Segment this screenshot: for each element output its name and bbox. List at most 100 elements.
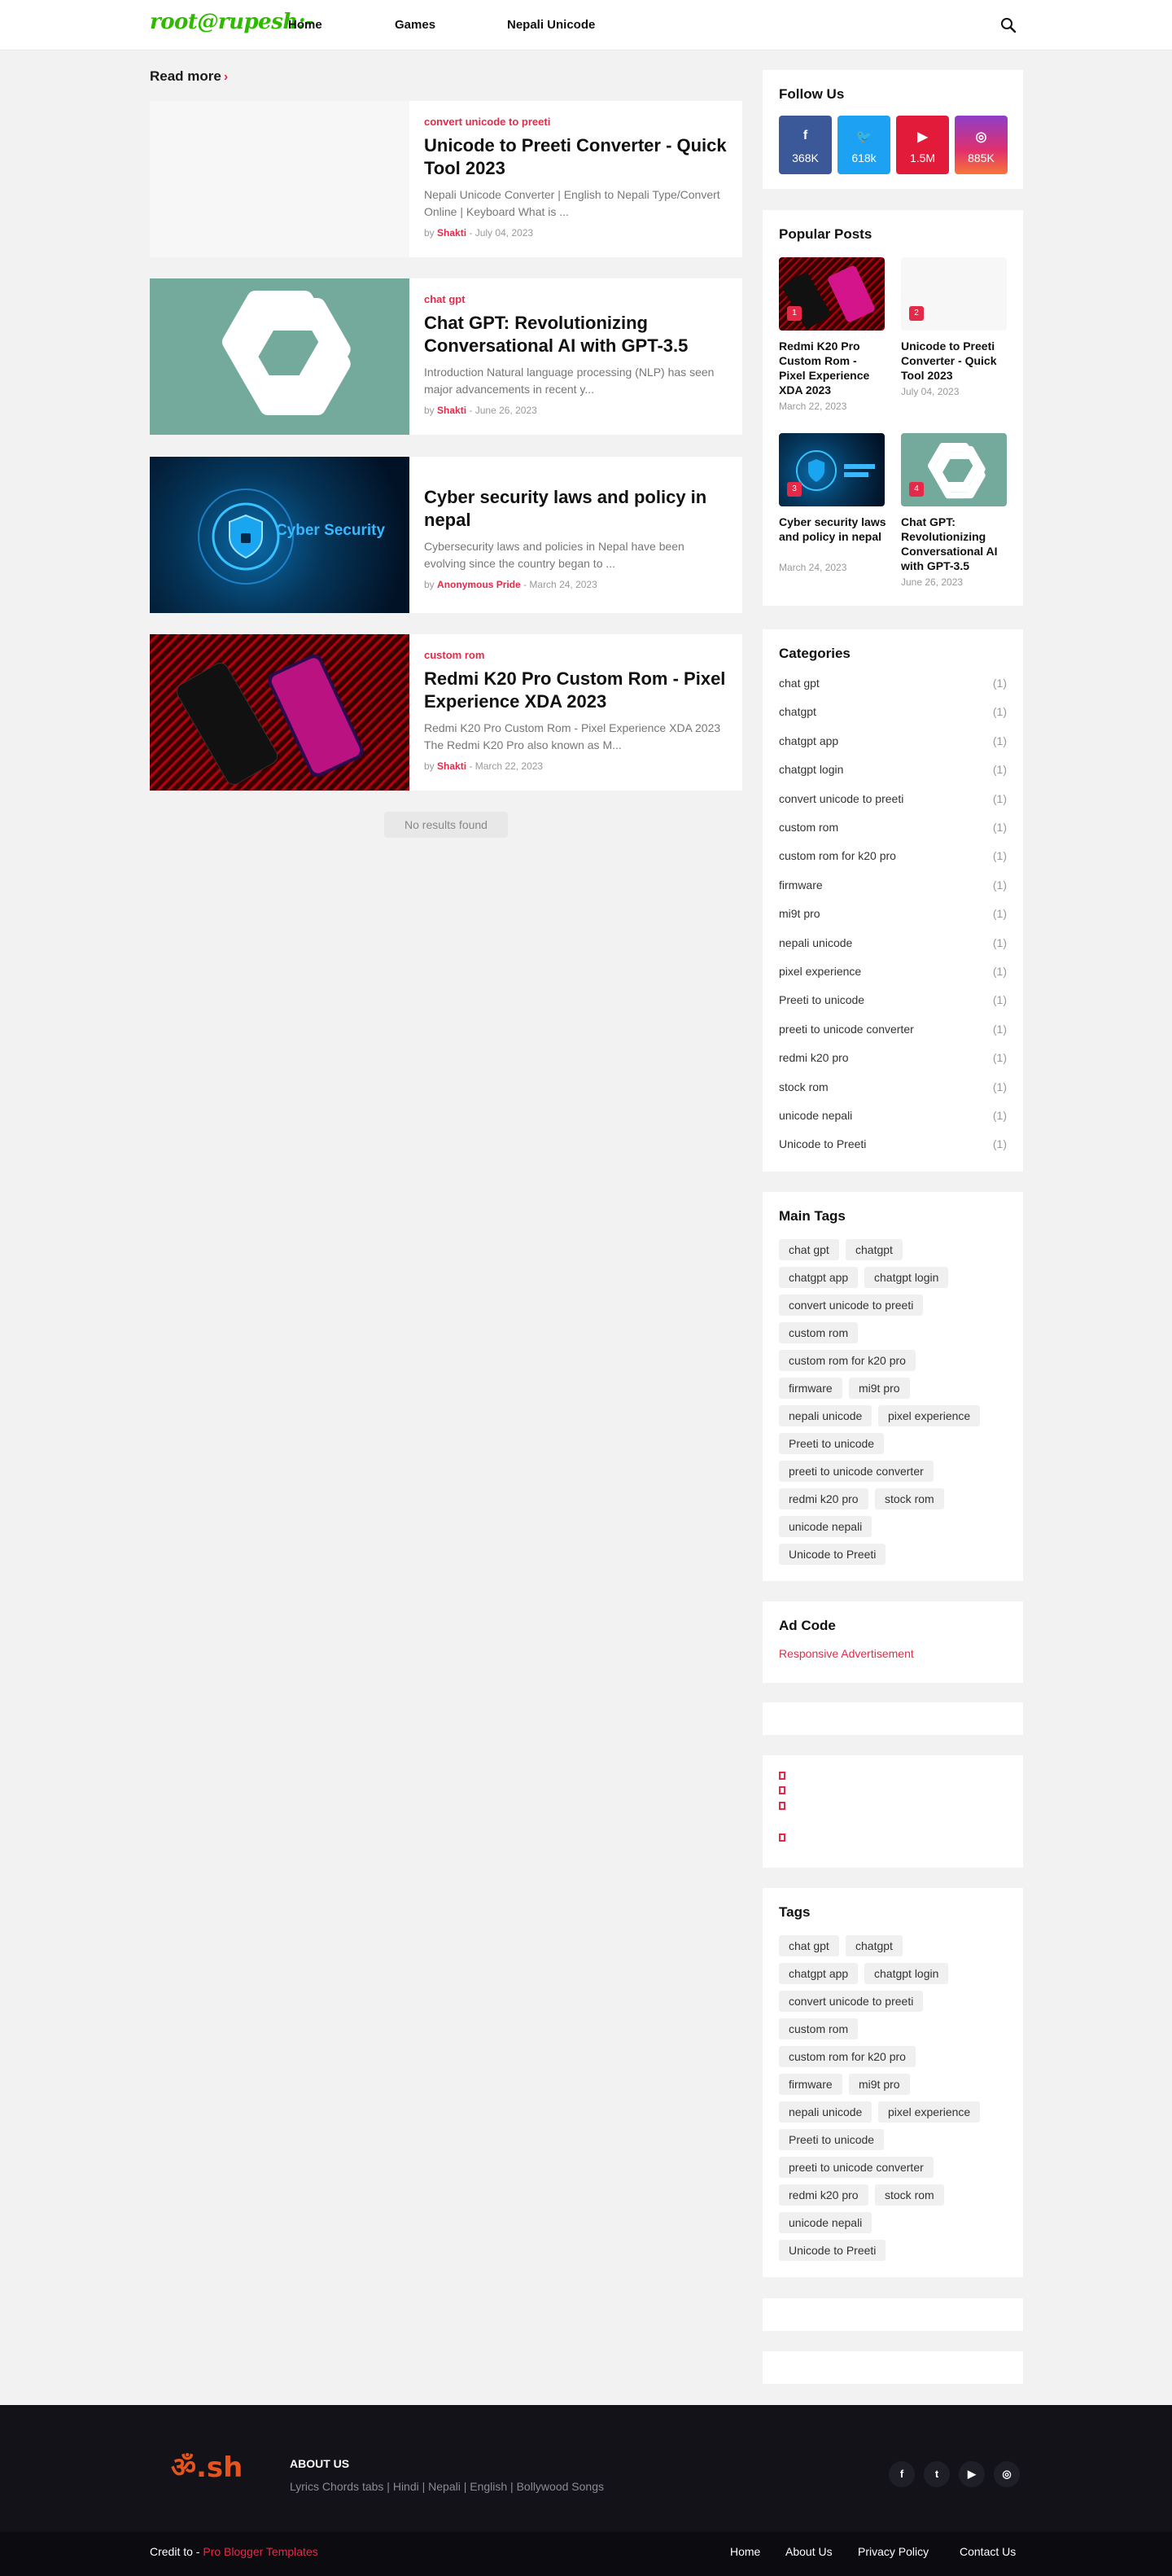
post-author[interactable]: Anonymous Pride — [437, 579, 521, 590]
post-title[interactable]: Redmi K20 Pro Custom Rom - Pixel Experie… — [424, 668, 728, 713]
category-item[interactable]: Unicode to Preeti (1) — [779, 1137, 1007, 1157]
category-item[interactable]: chat gpt (1) — [779, 677, 1007, 696]
youtube-icon[interactable]: ▶ — [959, 2461, 985, 2487]
category-item[interactable]: pixel experience (1) — [779, 965, 1007, 984]
post-card[interactable]: convert unicode to preeti Unicode to Pre… — [150, 101, 742, 257]
category-item[interactable]: unicode nepali (1) — [779, 1109, 1007, 1128]
tag-chip[interactable]: firmware — [779, 2074, 842, 2095]
tag-chip[interactable]: mi9t pro — [849, 2074, 910, 2095]
post-title[interactable]: Unicode to Preeti Converter - Quick Tool… — [424, 134, 728, 180]
link-marker-icon[interactable] — [779, 1833, 785, 1842]
category-item[interactable]: Preeti to unicode (1) — [779, 993, 1007, 1013]
post-author[interactable]: Shakti — [437, 405, 466, 416]
post-label[interactable]: custom rom — [424, 649, 728, 661]
facebook-icon[interactable]: f — [889, 2461, 915, 2487]
post-title[interactable]: Chat GPT: Revolutionizing Conversational… — [424, 312, 728, 357]
footer-link-home[interactable]: Home — [730, 2545, 760, 2558]
post-title[interactable]: Cyber security laws and policy in nepal — [424, 486, 728, 532]
tag-chip[interactable]: chatgpt app — [779, 1267, 859, 1288]
post-author[interactable]: Shakti — [437, 760, 466, 772]
tag-chip[interactable]: custom rom — [779, 2018, 859, 2039]
tag-chip[interactable]: chatgpt — [846, 1935, 903, 1956]
footer-logo[interactable]: ॐ.sh — [171, 2447, 243, 2485]
popular-post-title[interactable]: Unicode to Preeti Converter - Quick Tool… — [901, 339, 1008, 383]
post-label[interactable]: chat gpt — [424, 293, 728, 305]
tag-chip[interactable]: preeti to unicode converter — [779, 2157, 934, 2178]
category-item[interactable]: firmware (1) — [779, 878, 1007, 898]
post-author[interactable]: Shakti — [437, 227, 466, 239]
tag-chip[interactable]: chatgpt app — [779, 1963, 859, 1984]
tag-chip[interactable]: chatgpt — [846, 1239, 903, 1260]
category-item[interactable]: stock rom (1) — [779, 1080, 1007, 1100]
popular-post-title[interactable]: Redmi K20 Pro Custom Rom - Pixel Experie… — [779, 339, 886, 397]
post-card[interactable]: custom rom Redmi K20 Pro Custom Rom - Pi… — [150, 634, 742, 791]
category-name: firmware — [779, 878, 823, 892]
post-thumbnail[interactable] — [150, 634, 409, 791]
tag-chip[interactable]: chat gpt — [779, 1935, 839, 1956]
post-thumbnail[interactable] — [150, 278, 409, 435]
category-item[interactable]: mi9t pro (1) — [779, 907, 1007, 927]
tag-chip[interactable]: Preeti to unicode — [779, 2129, 885, 2150]
tag-chip[interactable]: convert unicode to preeti — [779, 1295, 924, 1316]
tag-chip[interactable]: custom rom for k20 pro — [779, 2046, 916, 2067]
tag-chip[interactable]: pixel experience — [878, 1405, 981, 1426]
tag-chip[interactable]: chatgpt login — [864, 1267, 949, 1288]
tag-chip[interactable]: nepali unicode — [779, 1405, 872, 1426]
tag-chip[interactable]: stock rom — [875, 1488, 944, 1509]
footer-link-about[interactable]: About Us — [785, 2545, 833, 2558]
footer-link-privacy[interactable]: Privacy Policy — [858, 2545, 929, 2558]
tag-chip[interactable]: firmware — [779, 1378, 842, 1399]
tag-chip[interactable]: chat gpt — [779, 1239, 839, 1260]
category-item[interactable]: chatgpt app (1) — [779, 734, 1007, 754]
nav-games[interactable]: Games — [395, 18, 435, 32]
tag-chip[interactable]: unicode nepali — [779, 2212, 872, 2233]
tag-chip[interactable]: convert unicode to preeti — [779, 1991, 924, 2012]
nav-nepali-unicode[interactable]: Nepali Unicode — [507, 18, 595, 32]
tag-chip[interactable]: chatgpt login — [864, 1963, 949, 1984]
widget-title: Follow Us — [779, 86, 845, 102]
instagram-icon[interactable]: ◎ — [994, 2461, 1020, 2487]
tag-chip[interactable]: Unicode to Preeti — [779, 1544, 886, 1565]
category-count: (1) — [992, 935, 1007, 949]
category-item[interactable]: convert unicode to preeti (1) — [779, 792, 1007, 812]
advertisement-link[interactable]: Responsive Advertisement — [779, 1647, 914, 1660]
credit-link[interactable]: Pro Blogger Templates — [203, 2545, 317, 2558]
link-marker-icon[interactable] — [779, 1772, 785, 1780]
twitter-icon[interactable]: t — [924, 2461, 950, 2487]
tag-chip[interactable]: redmi k20 pro — [779, 2184, 868, 2206]
tag-chip[interactable]: nepali unicode — [779, 2101, 872, 2123]
category-item[interactable]: chatgpt login (1) — [779, 763, 1007, 782]
tag-chip[interactable]: custom rom for k20 pro — [779, 1350, 916, 1371]
tag-chip[interactable]: mi9t pro — [849, 1378, 910, 1399]
link-marker-icon[interactable] — [779, 1802, 785, 1810]
post-label[interactable]: convert unicode to preeti — [424, 116, 728, 128]
search-icon[interactable] — [999, 16, 1017, 34]
tag-chip[interactable]: preeti to unicode converter — [779, 1461, 934, 1482]
post-thumbnail[interactable] — [150, 101, 409, 257]
link-marker-icon[interactable] — [779, 1786, 785, 1794]
tag-chip[interactable]: redmi k20 pro — [779, 1488, 868, 1509]
category-item[interactable]: redmi k20 pro (1) — [779, 1051, 1007, 1071]
post-card[interactable]: chat gpt Chat GPT: Revolutionizing Conve… — [150, 278, 742, 435]
tag-chip[interactable]: pixel experience — [878, 2101, 981, 2123]
nav-home[interactable]: Home — [288, 18, 322, 32]
category-item[interactable]: nepali unicode (1) — [779, 936, 1007, 956]
tag-chip[interactable]: custom rom — [779, 1322, 859, 1343]
category-item[interactable]: custom rom for k20 pro (1) — [779, 849, 1007, 869]
tag-chip[interactable]: unicode nepali — [779, 1516, 872, 1537]
youtube-follow-button[interactable]: ▶ 1.5M — [896, 116, 949, 174]
post-thumbnail[interactable]: Cyber Security — [150, 457, 409, 613]
instagram-follow-button[interactable]: ◎ 885K — [955, 116, 1008, 174]
category-item[interactable]: custom rom (1) — [779, 821, 1007, 840]
post-card[interactable]: Cyber Security Cyber security laws and p… — [150, 457, 742, 613]
facebook-follow-button[interactable]: f 368K — [779, 116, 832, 174]
footer-link-contact[interactable]: Contact Us — [960, 2545, 1016, 2558]
tag-chip[interactable]: stock rom — [875, 2184, 944, 2206]
tag-chip[interactable]: Preeti to unicode — [779, 1433, 885, 1454]
popular-post-title[interactable]: Cyber security laws and policy in nepal — [779, 515, 886, 544]
popular-post-title[interactable]: Chat GPT: Revolutionizing Conversational… — [901, 515, 1008, 573]
twitter-follow-button[interactable]: 🐦 618k — [837, 116, 890, 174]
tag-chip[interactable]: Unicode to Preeti — [779, 2240, 886, 2261]
category-item[interactable]: preeti to unicode converter (1) — [779, 1023, 1007, 1042]
category-item[interactable]: chatgpt (1) — [779, 705, 1007, 725]
